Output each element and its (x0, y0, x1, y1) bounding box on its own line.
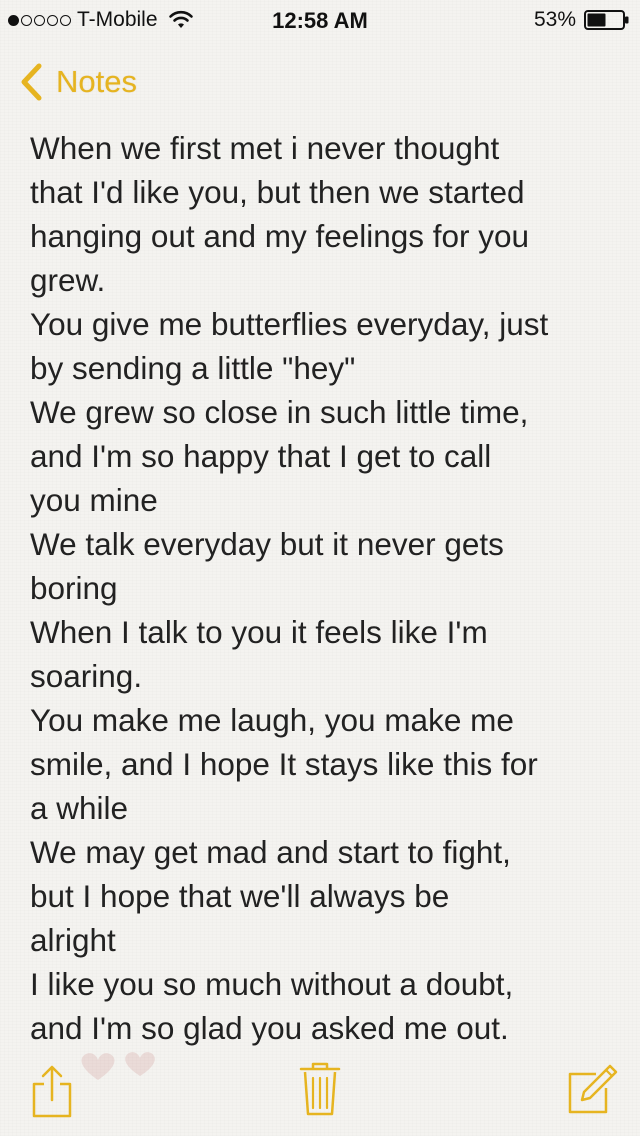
hearts-watermark-icon (70, 1046, 170, 1086)
note-line: alright (30, 922, 116, 958)
battery-percent: 53% (533, 8, 576, 31)
note-line: We may get mad and start to fight, (30, 834, 511, 870)
note-line: boring (30, 570, 118, 606)
compose-icon (566, 1064, 618, 1122)
battery-icon (584, 10, 630, 30)
back-button[interactable]: Notes (18, 62, 137, 102)
note-text-area[interactable]: When we first met i never thought that I'… (30, 126, 620, 1050)
note-line: soaring. (30, 658, 143, 694)
share-button[interactable] (28, 1062, 76, 1120)
note-line: a while (30, 790, 129, 826)
note-line: you mine (30, 482, 158, 518)
compose-button[interactable] (566, 1060, 618, 1118)
trash-icon (298, 1062, 342, 1122)
note-line: We grew so close in such little time, (30, 394, 529, 430)
note-line: When I talk to you it feels like I'm (30, 614, 488, 650)
note-line: smile, and I hope It stays like this for (30, 746, 538, 782)
status-right: 53% (534, 8, 630, 32)
chevron-left-icon (18, 62, 44, 102)
note-line: but I hope that we'll always be (30, 878, 450, 914)
bottom-toolbar (0, 1046, 640, 1136)
delete-button[interactable] (298, 1060, 342, 1118)
share-icon (28, 1065, 76, 1124)
note-line: You give me butterflies everyday, just (30, 306, 549, 342)
note-line: and I'm so glad you asked me out. (30, 1010, 509, 1046)
note-line: When we first met i never thought (30, 130, 500, 166)
note-line: and I'm so happy that I get to call (30, 438, 492, 474)
note-line: that I'd like you, but then we started (30, 174, 525, 210)
note-line: You make me laugh, you make me (30, 702, 514, 738)
note-line: by sending a little "hey" (30, 350, 356, 386)
back-button-label: Notes (56, 64, 137, 99)
note-line: grew. (30, 262, 106, 298)
note-line: hanging out and my feelings for you (30, 218, 530, 254)
navigation-bar: Notes (0, 56, 640, 116)
status-bar: T-Mobile 12:58 AM 53% (0, 0, 640, 40)
note-line: We talk everyday but it never gets (30, 526, 504, 562)
note-line: I like you so much without a doubt, (30, 966, 514, 1002)
